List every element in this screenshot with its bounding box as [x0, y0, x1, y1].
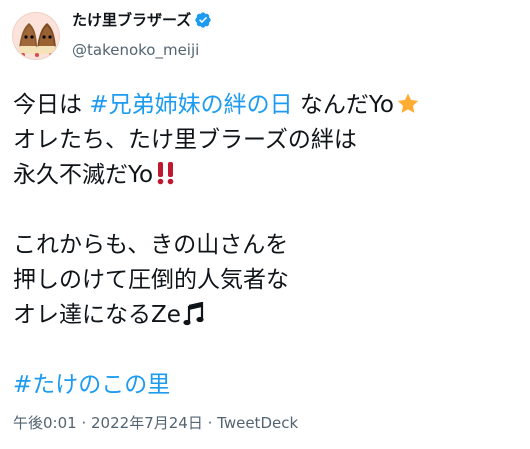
- avatar[interactable]: [12, 12, 60, 60]
- tweet-line-6: 押しのけて圧倒的人気者な: [13, 267, 289, 293]
- double-exclamation-emoji-icon: [155, 160, 177, 197]
- tweet-text: 今日は #兄弟姉妹の絆の日 なんだYo オレたち、たけ里ブラーズの絆は 永久不滅…: [13, 88, 518, 403]
- takenoko-brothers-avatar-icon: [19, 23, 56, 57]
- music-note-emoji-icon: [183, 301, 205, 337]
- tweet-line-3: 永久不滅だYo: [13, 158, 518, 193]
- tweet-line-1: 今日は #兄弟姉妹の絆の日 なんだYo: [13, 88, 518, 123]
- author-display-name-text: たけ里ブラザーズ: [72, 11, 192, 29]
- tweet-line-3-text: 永久不滅だYo: [13, 162, 154, 188]
- tweet-line-7: オレ達になるZe: [13, 298, 518, 333]
- tweet-card: たけ里ブラザーズ @takenoko_meiji 今日は #兄弟姉妹の絆の日 な…: [0, 0, 530, 449]
- tweet-source[interactable]: TweetDeck: [217, 414, 298, 432]
- meta-separator: ·: [207, 414, 218, 432]
- meta-separator: ·: [81, 414, 92, 432]
- tweet-date[interactable]: 2022年7月24日: [91, 414, 203, 432]
- tweet-line-9: #たけのこの里: [13, 368, 518, 403]
- tweet-line-7-text: オレ達になるZe: [13, 302, 181, 328]
- tweet-line-1-suffix: なんだYo: [292, 92, 394, 118]
- hashtag-link-takenoko[interactable]: #たけのこの里: [13, 372, 170, 398]
- tweet-time[interactable]: 午後0:01: [13, 414, 77, 432]
- tweet-metadata: 午後0:01 · 2022年7月24日 · TweetDeck: [13, 413, 298, 433]
- author-display-name[interactable]: たけ里ブラザーズ: [72, 10, 212, 30]
- hashtag-link-sibling-day[interactable]: #兄弟姉妹の絆の日: [89, 92, 292, 118]
- author-handle[interactable]: @takenoko_meiji: [72, 40, 199, 60]
- verified-badge-icon: [194, 11, 212, 29]
- tweet-line-1-prefix: 今日は: [13, 92, 90, 118]
- star-emoji-icon: [396, 92, 420, 127]
- tweet-line-2: オレたち、たけ里ブラーズの絆は: [13, 127, 357, 153]
- tweet-line-5: これからも、きの山さんを: [13, 232, 289, 258]
